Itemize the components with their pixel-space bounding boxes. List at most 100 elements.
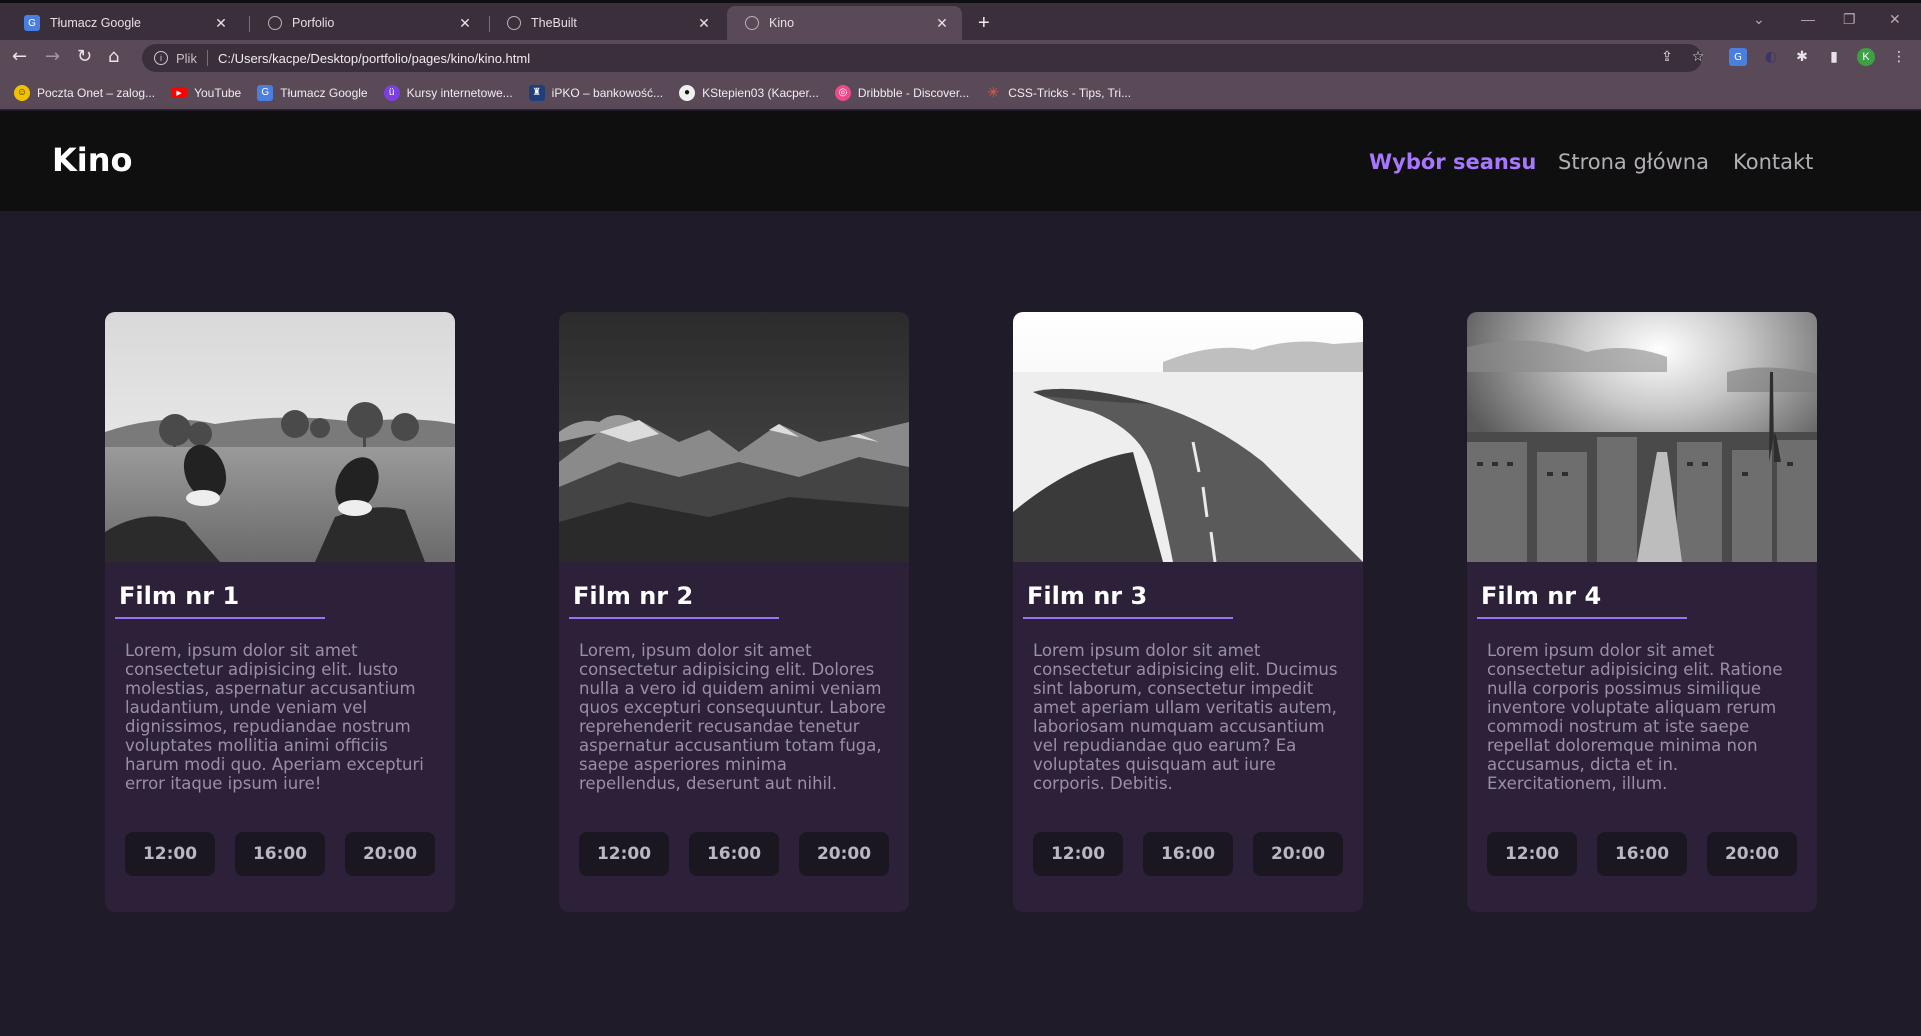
- showtime-button[interactable]: 12:00: [125, 832, 215, 876]
- film-card: Film nr 1 Lorem, ipsum dolor sit amet co…: [105, 312, 455, 912]
- extension-icon[interactable]: ◐: [1762, 48, 1780, 66]
- bookmark-star-icon[interactable]: ☆: [1689, 48, 1707, 66]
- address-url[interactable]: C:/Users/kacpe/Desktop/portfolio/pages/k…: [218, 51, 530, 66]
- tab-tlumacz-google[interactable]: G Tłumacz Google ✕: [6, 6, 241, 40]
- close-icon[interactable]: ✕: [934, 15, 950, 32]
- showtime-button[interactable]: 20:00: [1253, 832, 1343, 876]
- nav-strona-glowna[interactable]: Strona główna: [1558, 150, 1709, 174]
- title-underline: [1477, 617, 1687, 619]
- showtimes: 12:00 16:00 20:00: [125, 832, 455, 876]
- bookmark-css-tricks[interactable]: ✳ CSS-Tricks - Tips, Tri...: [985, 84, 1132, 101]
- kursy-icon: ü: [383, 84, 400, 101]
- bookmark-label: iPKO – bankowość...: [551, 85, 664, 100]
- showtime-button[interactable]: 16:00: [1597, 832, 1687, 876]
- showtimes: 12:00 16:00 20:00: [1033, 832, 1363, 876]
- showtime-button[interactable]: 12:00: [1487, 832, 1577, 876]
- close-icon[interactable]: ✕: [213, 15, 229, 32]
- film-title: Film nr 4: [1481, 582, 1602, 610]
- bookmark-dribbble[interactable]: ◎ Dribbble - Discover...: [834, 84, 970, 101]
- paris-skyline-photo: [1467, 312, 1817, 562]
- globe-icon: [268, 16, 282, 30]
- tab-thebuilt[interactable]: TheBuilt ✕: [489, 6, 724, 40]
- showtimes: 12:00 16:00 20:00: [1487, 832, 1817, 876]
- showtime-button[interactable]: 16:00: [235, 832, 325, 876]
- bookmark-poczta-onet[interactable]: ☺ Poczta Onet – zalog...: [14, 84, 155, 101]
- window-close-icon[interactable]: ✕: [1889, 11, 1901, 28]
- globe-icon: [745, 16, 759, 30]
- browser-toolbar: ← → ↻ ⌂ i Plik C:/Users/kacpe/Desktop/po…: [0, 40, 1921, 76]
- tab-title: Kino: [769, 16, 795, 30]
- youtube-icon: ▶: [171, 87, 188, 98]
- film-title: Film nr 1: [119, 582, 240, 610]
- showtime-button[interactable]: 12:00: [1033, 832, 1123, 876]
- share-icon[interactable]: ⇪: [1658, 48, 1676, 66]
- bookmark-label: Kursy internetowe...: [406, 85, 513, 100]
- google-translate-icon[interactable]: G: [1729, 48, 1747, 66]
- address-bar[interactable]: i Plik C:/Users/kacpe/Desktop/portfolio/…: [142, 44, 1702, 72]
- reload-icon[interactable]: ↻: [77, 47, 92, 67]
- film-description: Lorem, ipsum dolor sit amet consectetur …: [579, 641, 886, 793]
- showtime-button[interactable]: 16:00: [689, 832, 779, 876]
- showtime-button[interactable]: 20:00: [345, 832, 435, 876]
- tab-porfolio[interactable]: Porfolio ✕: [250, 6, 485, 40]
- restore-icon[interactable]: ❐: [1843, 11, 1856, 28]
- google-translate-icon: G: [24, 15, 40, 31]
- css-tricks-icon: ✳: [987, 84, 1000, 100]
- close-icon[interactable]: ✕: [457, 15, 473, 32]
- bookmarks-bar: ☺ Poczta Onet – zalog... ▶ YouTube G Tłu…: [0, 76, 1921, 110]
- dribbble-icon: ◎: [834, 84, 851, 101]
- forward-icon[interactable]: →: [45, 47, 60, 67]
- film-title: Film nr 2: [573, 582, 694, 610]
- bookmark-tlumacz-google[interactable]: G Tłumacz Google: [257, 84, 368, 101]
- site-header: Kino Wybór seansu Strona główna Kontakt: [0, 111, 1921, 211]
- screenings-section: Film nr 1 Lorem, ipsum dolor sit amet co…: [0, 211, 1921, 1036]
- menu-icon[interactable]: ⋮: [1890, 48, 1908, 66]
- bookmark-label: CSS-Tricks - Tips, Tri...: [1008, 85, 1132, 100]
- bookmark-label: KStepien03 (Kacper...: [702, 85, 819, 100]
- film-title: Film nr 3: [1027, 582, 1148, 610]
- tab-title: Porfolio: [292, 16, 335, 30]
- showtime-button[interactable]: 12:00: [579, 832, 669, 876]
- bookmark-ipko[interactable]: ♜ iPKO – bankowość...: [528, 84, 664, 101]
- close-icon[interactable]: ✕: [696, 15, 712, 32]
- bookmark-youtube[interactable]: ▶ YouTube: [171, 86, 241, 100]
- nav-wybor-seansu[interactable]: Wybór seansu: [1369, 150, 1536, 174]
- new-tab-button[interactable]: +: [978, 12, 990, 35]
- showtime-button[interactable]: 20:00: [799, 832, 889, 876]
- google-translate-icon: G: [257, 84, 274, 101]
- bookmark-label: Dribbble - Discover...: [857, 85, 970, 100]
- film-description: Lorem ipsum dolor sit amet consectetur a…: [1033, 641, 1338, 793]
- film-description: Lorem, ipsum dolor sit amet consectetur …: [125, 641, 424, 793]
- mountains-photo: [559, 312, 909, 562]
- title-underline: [569, 617, 779, 619]
- tab-title: Tłumacz Google: [50, 16, 142, 30]
- address-divider: [206, 50, 208, 66]
- bookmark-label: Tłumacz Google: [280, 85, 368, 100]
- title-underline: [115, 617, 325, 619]
- github-icon: ●: [679, 84, 696, 101]
- title-underline: [1023, 617, 1233, 619]
- back-icon[interactable]: ←: [12, 47, 27, 67]
- film-description: Lorem ipsum dolor sit amet consectetur a…: [1487, 641, 1783, 793]
- home-icon[interactable]: ⌂: [108, 47, 119, 67]
- site-logo[interactable]: Kino: [52, 141, 133, 179]
- tab-search-icon[interactable]: ⌄: [1753, 11, 1765, 28]
- scheme-label: Plik: [176, 50, 197, 66]
- avatar[interactable]: K: [1857, 48, 1875, 66]
- showtimes: 12:00 16:00 20:00: [579, 832, 909, 876]
- bookmark-kursy[interactable]: ü Kursy internetowe...: [383, 84, 513, 101]
- minimize-icon[interactable]: —: [1801, 11, 1815, 27]
- showtime-button[interactable]: 16:00: [1143, 832, 1233, 876]
- side-panel-icon[interactable]: ▮: [1825, 48, 1843, 66]
- tab-kino[interactable]: Kino ✕: [727, 6, 962, 40]
- site-info-icon[interactable]: i: [154, 51, 168, 65]
- bookmark-github[interactable]: ● KStepien03 (Kacper...: [679, 84, 819, 101]
- showtime-button[interactable]: 20:00: [1707, 832, 1797, 876]
- film-card: Film nr 3 Lorem ipsum dolor sit amet con…: [1013, 312, 1363, 912]
- nav-kontakt[interactable]: Kontakt: [1733, 150, 1813, 174]
- tab-strip: G Tłumacz Google ✕ Porfolio ✕ TheBuilt ✕…: [0, 0, 1921, 40]
- bookmark-label: YouTube: [194, 85, 242, 100]
- film-card: Film nr 2 Lorem, ipsum dolor sit amet co…: [559, 312, 909, 912]
- tab-title: TheBuilt: [531, 16, 577, 30]
- puzzle-icon[interactable]: ✱: [1793, 48, 1811, 66]
